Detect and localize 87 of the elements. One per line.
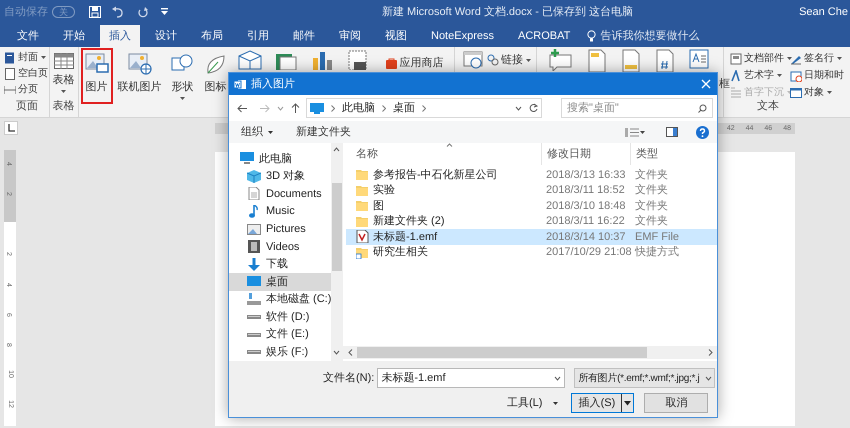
address-bar[interactable]: 此电脑 桌面 xyxy=(306,98,542,118)
dialog-title: 插入图片 xyxy=(251,76,295,92)
ribbon-button[interactable]: 文档部件 xyxy=(730,50,790,67)
file-type: 文件夹 xyxy=(634,168,669,182)
nav-item[interactable]: 此电脑 xyxy=(229,150,331,168)
file-name: 未标题-1.emf xyxy=(373,230,438,244)
file-type: 文件夹 xyxy=(634,198,669,214)
tools-button[interactable]: 工具(L) xyxy=(507,394,560,412)
group-label: 表格 xyxy=(52,98,75,114)
nav-item[interactable]: Videos xyxy=(229,238,331,256)
ribbon-tab[interactable]: 引用 xyxy=(238,25,278,47)
nav-item[interactable]: 桌面 xyxy=(229,273,331,291)
ribbon-button[interactable]: 图片 xyxy=(80,48,113,104)
ribbon-tab[interactable]: 设计 xyxy=(146,25,186,47)
column-header[interactable]: 类型 xyxy=(630,143,717,165)
ribbon-button[interactable]: 封面 xyxy=(4,50,49,66)
file-row[interactable]: 参考报告-中石化新星公司 2018/3/13 16:33 文件夹 xyxy=(346,167,717,182)
window-title: 新建 Microsoft Word 文档.docx - 已保存到 这台电脑 xyxy=(382,4,633,20)
file-row[interactable]: 实验 2018/3/11 18:52 文件夹 xyxy=(346,182,717,198)
ribbon-tab[interactable]: 视图 xyxy=(376,25,416,47)
file-date: 2018/3/14 10:37 xyxy=(545,230,627,244)
nav-item[interactable]: Pictures xyxy=(229,220,331,238)
nav-item[interactable]: Music xyxy=(229,202,331,220)
file-name: 参考报告-中石化新星公司 xyxy=(373,168,498,182)
organize-button[interactable]: 组织 xyxy=(241,124,274,140)
file-type: 文件夹 xyxy=(634,182,669,198)
ribbon-button[interactable]: 联机图片 xyxy=(114,48,166,104)
file-row[interactable]: 新建文件夹 (2) 2018/3/11 16:22 文件夹 xyxy=(346,214,717,229)
autosave-label: 自动保存 xyxy=(4,4,48,20)
ribbon-tab[interactable]: ACROBAT xyxy=(508,25,580,47)
ribbon-button[interactable]: 形状 xyxy=(166,48,199,104)
insert-split-button[interactable]: 插入(S) xyxy=(571,393,634,413)
nav-item[interactable]: Documents xyxy=(229,185,331,203)
ribbon-tab[interactable]: 开始 xyxy=(54,25,94,47)
file-type-dropdown[interactable]: 所有图片(*.emf;*.wmf;*.jpg;*.j xyxy=(574,368,716,388)
table-button[interactable]: 表格 xyxy=(52,53,75,88)
file-row[interactable]: 研究生相关 2017/10/29 21:08 快捷方式 xyxy=(346,244,717,260)
nav-item[interactable]: 软件 (D:) xyxy=(229,308,331,326)
filename-field[interactable]: 未标题-1.emf xyxy=(377,368,566,388)
ribbon-button[interactable]: 签名行 xyxy=(790,50,850,67)
file-row[interactable]: 图 2018/3/10 18:48 文件夹 xyxy=(346,198,717,214)
ribbon-tab[interactable]: 邮件 xyxy=(284,25,324,47)
cancel-button[interactable]: 取消 xyxy=(644,393,708,413)
link-button[interactable]: 链接 xyxy=(486,52,532,68)
file-date: 2018/3/10 18:48 xyxy=(545,198,627,214)
file-date: 2017/10/29 21:08 xyxy=(545,245,630,260)
column-header[interactable]: 名称 xyxy=(346,143,541,165)
user-name: Sean Che xyxy=(799,4,849,20)
file-date: 2018/3/11 18:52 xyxy=(545,183,626,198)
nav-item[interactable]: 3D 对象 xyxy=(229,168,331,186)
ribbon-tab[interactable]: 审阅 xyxy=(330,25,370,47)
file-name: 新建文件夹 (2) xyxy=(373,214,444,229)
ribbon-button[interactable]: 艺术字 xyxy=(730,67,790,84)
ribbon-label: 框 xyxy=(719,77,730,92)
file-name: 图 xyxy=(373,198,384,214)
group-label: 页面 xyxy=(16,98,39,114)
nav-item[interactable]: 下载 xyxy=(229,256,331,274)
search-field[interactable]: 搜索"桌面" xyxy=(561,98,713,118)
new-folder-button[interactable]: 新建文件夹 xyxy=(296,124,351,140)
field-label: 文件名(N): xyxy=(323,370,374,386)
insert-button[interactable]: 插入(S) xyxy=(572,394,622,412)
ribbon-button[interactable]: 分页 xyxy=(4,82,49,98)
ribbon-tab[interactable]: 布局 xyxy=(192,25,232,47)
nav-item[interactable]: 文件 (E:) xyxy=(229,326,331,344)
file-date: 2018/3/13 16:33 xyxy=(545,168,627,182)
ribbon-tab[interactable]: NoteExpress xyxy=(422,25,503,47)
file-type: 文件夹 xyxy=(634,214,669,229)
ribbon-tab[interactable]: 插入 xyxy=(100,25,140,47)
tell-me-field[interactable]: 告诉我你想要做什么 xyxy=(600,28,700,44)
ribbon-tab[interactable]: 文件 xyxy=(8,25,48,47)
file-date: 2018/3/11 16:22 xyxy=(545,214,626,229)
ribbon-button[interactable]: 空白页 xyxy=(4,66,49,82)
ribbon-button[interactable]: 对象 xyxy=(790,84,850,101)
group-label: 文本 xyxy=(756,98,779,114)
ribbon-button[interactable]: 日期和时 xyxy=(790,67,850,84)
nav-item[interactable]: 本地磁盘 (C:) xyxy=(229,290,331,308)
ribbon-button[interactable]: 图标 xyxy=(200,48,232,104)
nav-item[interactable]: 娱乐 (F:) xyxy=(229,344,331,362)
file-type: EMF File xyxy=(634,230,680,244)
file-name: 研究生相关 xyxy=(373,244,428,260)
file-name: 实验 xyxy=(373,182,395,198)
breadcrumb[interactable]: 此电脑 xyxy=(342,100,375,116)
breadcrumb[interactable]: 桌面 xyxy=(393,100,415,116)
file-row[interactable]: 未标题-1.emf 2018/3/14 10:37 EMF File xyxy=(346,229,717,244)
store-button[interactable]: 应用商店 xyxy=(386,55,444,72)
column-header[interactable]: 修改日期 xyxy=(541,143,630,165)
file-type: 快捷方式 xyxy=(634,244,680,260)
